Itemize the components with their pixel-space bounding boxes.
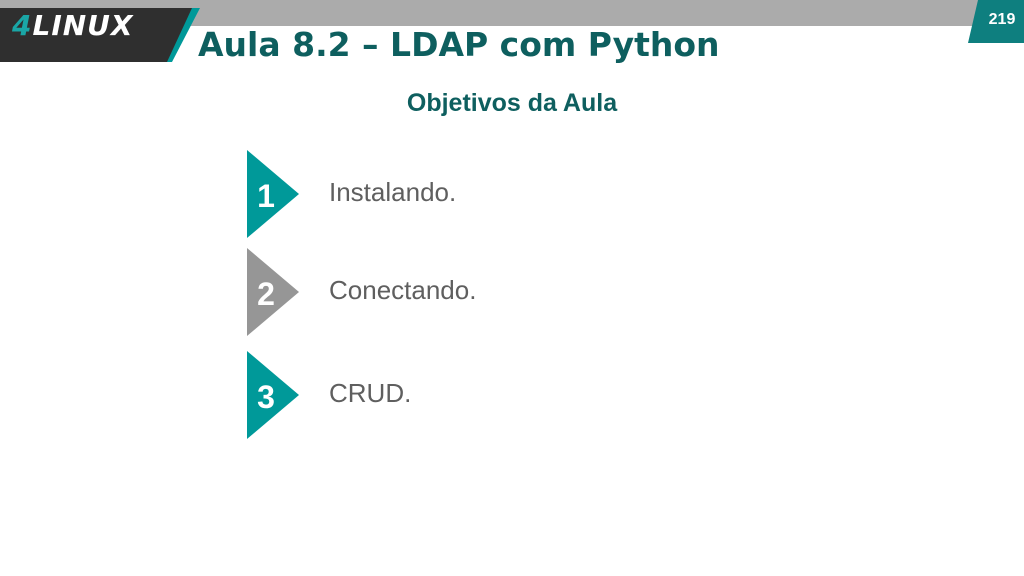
logo: 4LINUX xyxy=(0,0,200,62)
slide-title: Aula 8.2 – LDAP com Python xyxy=(198,25,720,64)
objective-number: 3 xyxy=(257,379,275,415)
section-subtitle: Objetivos da Aula xyxy=(406,89,618,117)
objective-label: Instalando. xyxy=(329,177,457,207)
logo-word: LINUX xyxy=(32,9,134,42)
objective-item: 1 Instalando. xyxy=(247,150,747,238)
triangle-marker-icon: 3 xyxy=(247,351,299,439)
objective-item: 2 Conectando. xyxy=(247,248,747,336)
objective-item: 3 CRUD. xyxy=(247,351,747,439)
objective-label: Conectando. xyxy=(329,275,477,305)
objective-number: 2 xyxy=(257,276,275,312)
objective-number: 1 xyxy=(257,178,275,214)
triangle-marker-icon: 2 xyxy=(247,248,299,336)
page-number-badge: 219 xyxy=(968,0,1024,43)
page-number: 219 xyxy=(988,11,1016,28)
triangle-marker-icon: 1 xyxy=(247,150,299,238)
objective-label: CRUD. xyxy=(329,378,412,408)
logo-text: 4LINUX xyxy=(12,12,134,40)
logo-number: 4 xyxy=(12,9,33,42)
